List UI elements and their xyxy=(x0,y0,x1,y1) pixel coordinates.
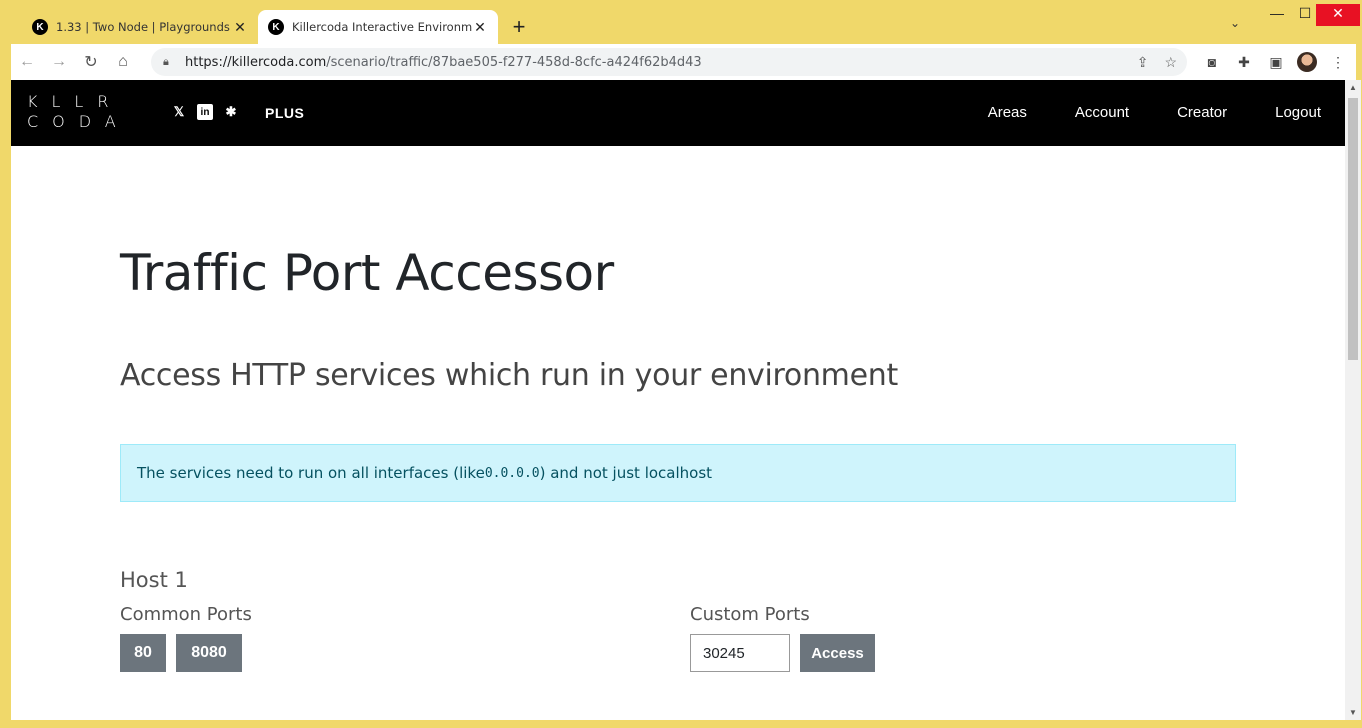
info-alert: The services need to run on all interfac… xyxy=(120,444,1236,502)
killercoda-favicon-icon: K xyxy=(32,19,48,35)
page-viewport: KLLR CODA 𝕏 in ✱ PLUS Areas Account Crea… xyxy=(11,80,1345,720)
host-title: Host 1 xyxy=(120,568,188,592)
extensions-puzzle-icon[interactable]: ✚ xyxy=(1233,54,1255,71)
tab-close-icon[interactable]: ✕ xyxy=(472,19,488,36)
reload-icon[interactable]: ↻ xyxy=(75,46,107,78)
camera-icon[interactable]: ◙ xyxy=(1201,54,1223,70)
access-button[interactable]: Access xyxy=(800,634,875,672)
tab-two-node-playgrounds[interactable]: K 1.33 | Two Node | Playgrounds | K ✕ xyxy=(22,10,258,44)
home-icon[interactable]: ⌂ xyxy=(107,46,139,78)
side-panel-icon[interactable]: ▣ xyxy=(1265,54,1287,71)
share-icon[interactable]: ⇪ xyxy=(1137,54,1149,71)
social-links: 𝕏 in ✱ xyxy=(171,104,239,120)
page-title: Traffic Port Accessor xyxy=(120,244,614,302)
address-bar[interactable]: 🔒︎ https://killercoda.com/scenario/traff… xyxy=(151,48,1187,76)
new-tab-button[interactable]: + xyxy=(508,14,530,40)
page-subtitle: Access HTTP services which run in your e… xyxy=(120,358,898,393)
port-80-button[interactable]: 80 xyxy=(120,634,166,672)
profile-avatar[interactable] xyxy=(1297,52,1317,72)
tab-strip: K 1.33 | Two Node | Playgrounds | K ✕ K … xyxy=(0,0,1362,44)
nav-creator[interactable]: Creator xyxy=(1153,80,1251,146)
nav-areas[interactable]: Areas xyxy=(964,80,1051,146)
scrollbar-thumb[interactable] xyxy=(1348,98,1358,360)
tab-close-icon[interactable]: ✕ xyxy=(232,19,248,36)
forward-arrow-icon[interactable]: → xyxy=(43,46,75,78)
nav-logout[interactable]: Logout xyxy=(1251,80,1345,146)
browser-window: K 1.33 | Two Node | Playgrounds | K ✕ K … xyxy=(0,0,1362,728)
lock-icon: 🔒︎ xyxy=(163,56,169,68)
interface-code: 0.0.0.0 xyxy=(484,465,540,481)
nav-account[interactable]: Account xyxy=(1051,80,1153,146)
scroll-down-icon[interactable]: ▼ xyxy=(1349,708,1357,717)
minimize-window-button[interactable]: — xyxy=(1262,4,1292,26)
x-twitter-icon[interactable]: 𝕏 xyxy=(171,104,187,120)
common-ports-label: Common Ports xyxy=(120,604,252,625)
killercoda-logo[interactable]: KLLR CODA xyxy=(27,92,127,132)
tab-title: Killercoda Interactive Environmen xyxy=(292,20,472,34)
port-8080-button[interactable]: 8080 xyxy=(176,634,242,672)
custom-ports-label: Custom Ports xyxy=(690,604,810,625)
bookmark-star-icon[interactable]: ☆ xyxy=(1164,54,1177,71)
tab-title: 1.33 | Two Node | Playgrounds | K xyxy=(56,20,232,34)
close-window-button[interactable]: ✕ xyxy=(1316,4,1360,26)
slack-icon[interactable]: ✱ xyxy=(223,104,239,120)
page-scrollbar[interactable]: ▲ ▼ xyxy=(1345,80,1361,720)
custom-port-input[interactable] xyxy=(690,634,790,672)
menu-kebab-icon[interactable]: ⋮ xyxy=(1327,54,1349,71)
tab-killercoda-environment[interactable]: K Killercoda Interactive Environmen ✕ xyxy=(258,10,498,44)
site-navbar: KLLR CODA 𝕏 in ✱ PLUS Areas Account Crea… xyxy=(11,80,1345,146)
main-nav: Areas Account Creator Logout xyxy=(964,80,1345,146)
tab-search-icon[interactable]: ⌄ xyxy=(1230,16,1240,30)
url-text: https://killercoda.com/scenario/traffic/… xyxy=(185,54,702,70)
linkedin-icon[interactable]: in xyxy=(197,104,213,120)
killercoda-favicon-icon: K xyxy=(268,19,284,35)
scroll-up-icon[interactable]: ▲ xyxy=(1349,83,1357,92)
back-arrow-icon[interactable]: ← xyxy=(11,46,43,78)
browser-toolbar: ← → ↻ ⌂ 🔒︎ https://killercoda.com/scenar… xyxy=(11,44,1356,80)
plus-link[interactable]: PLUS xyxy=(265,105,304,121)
